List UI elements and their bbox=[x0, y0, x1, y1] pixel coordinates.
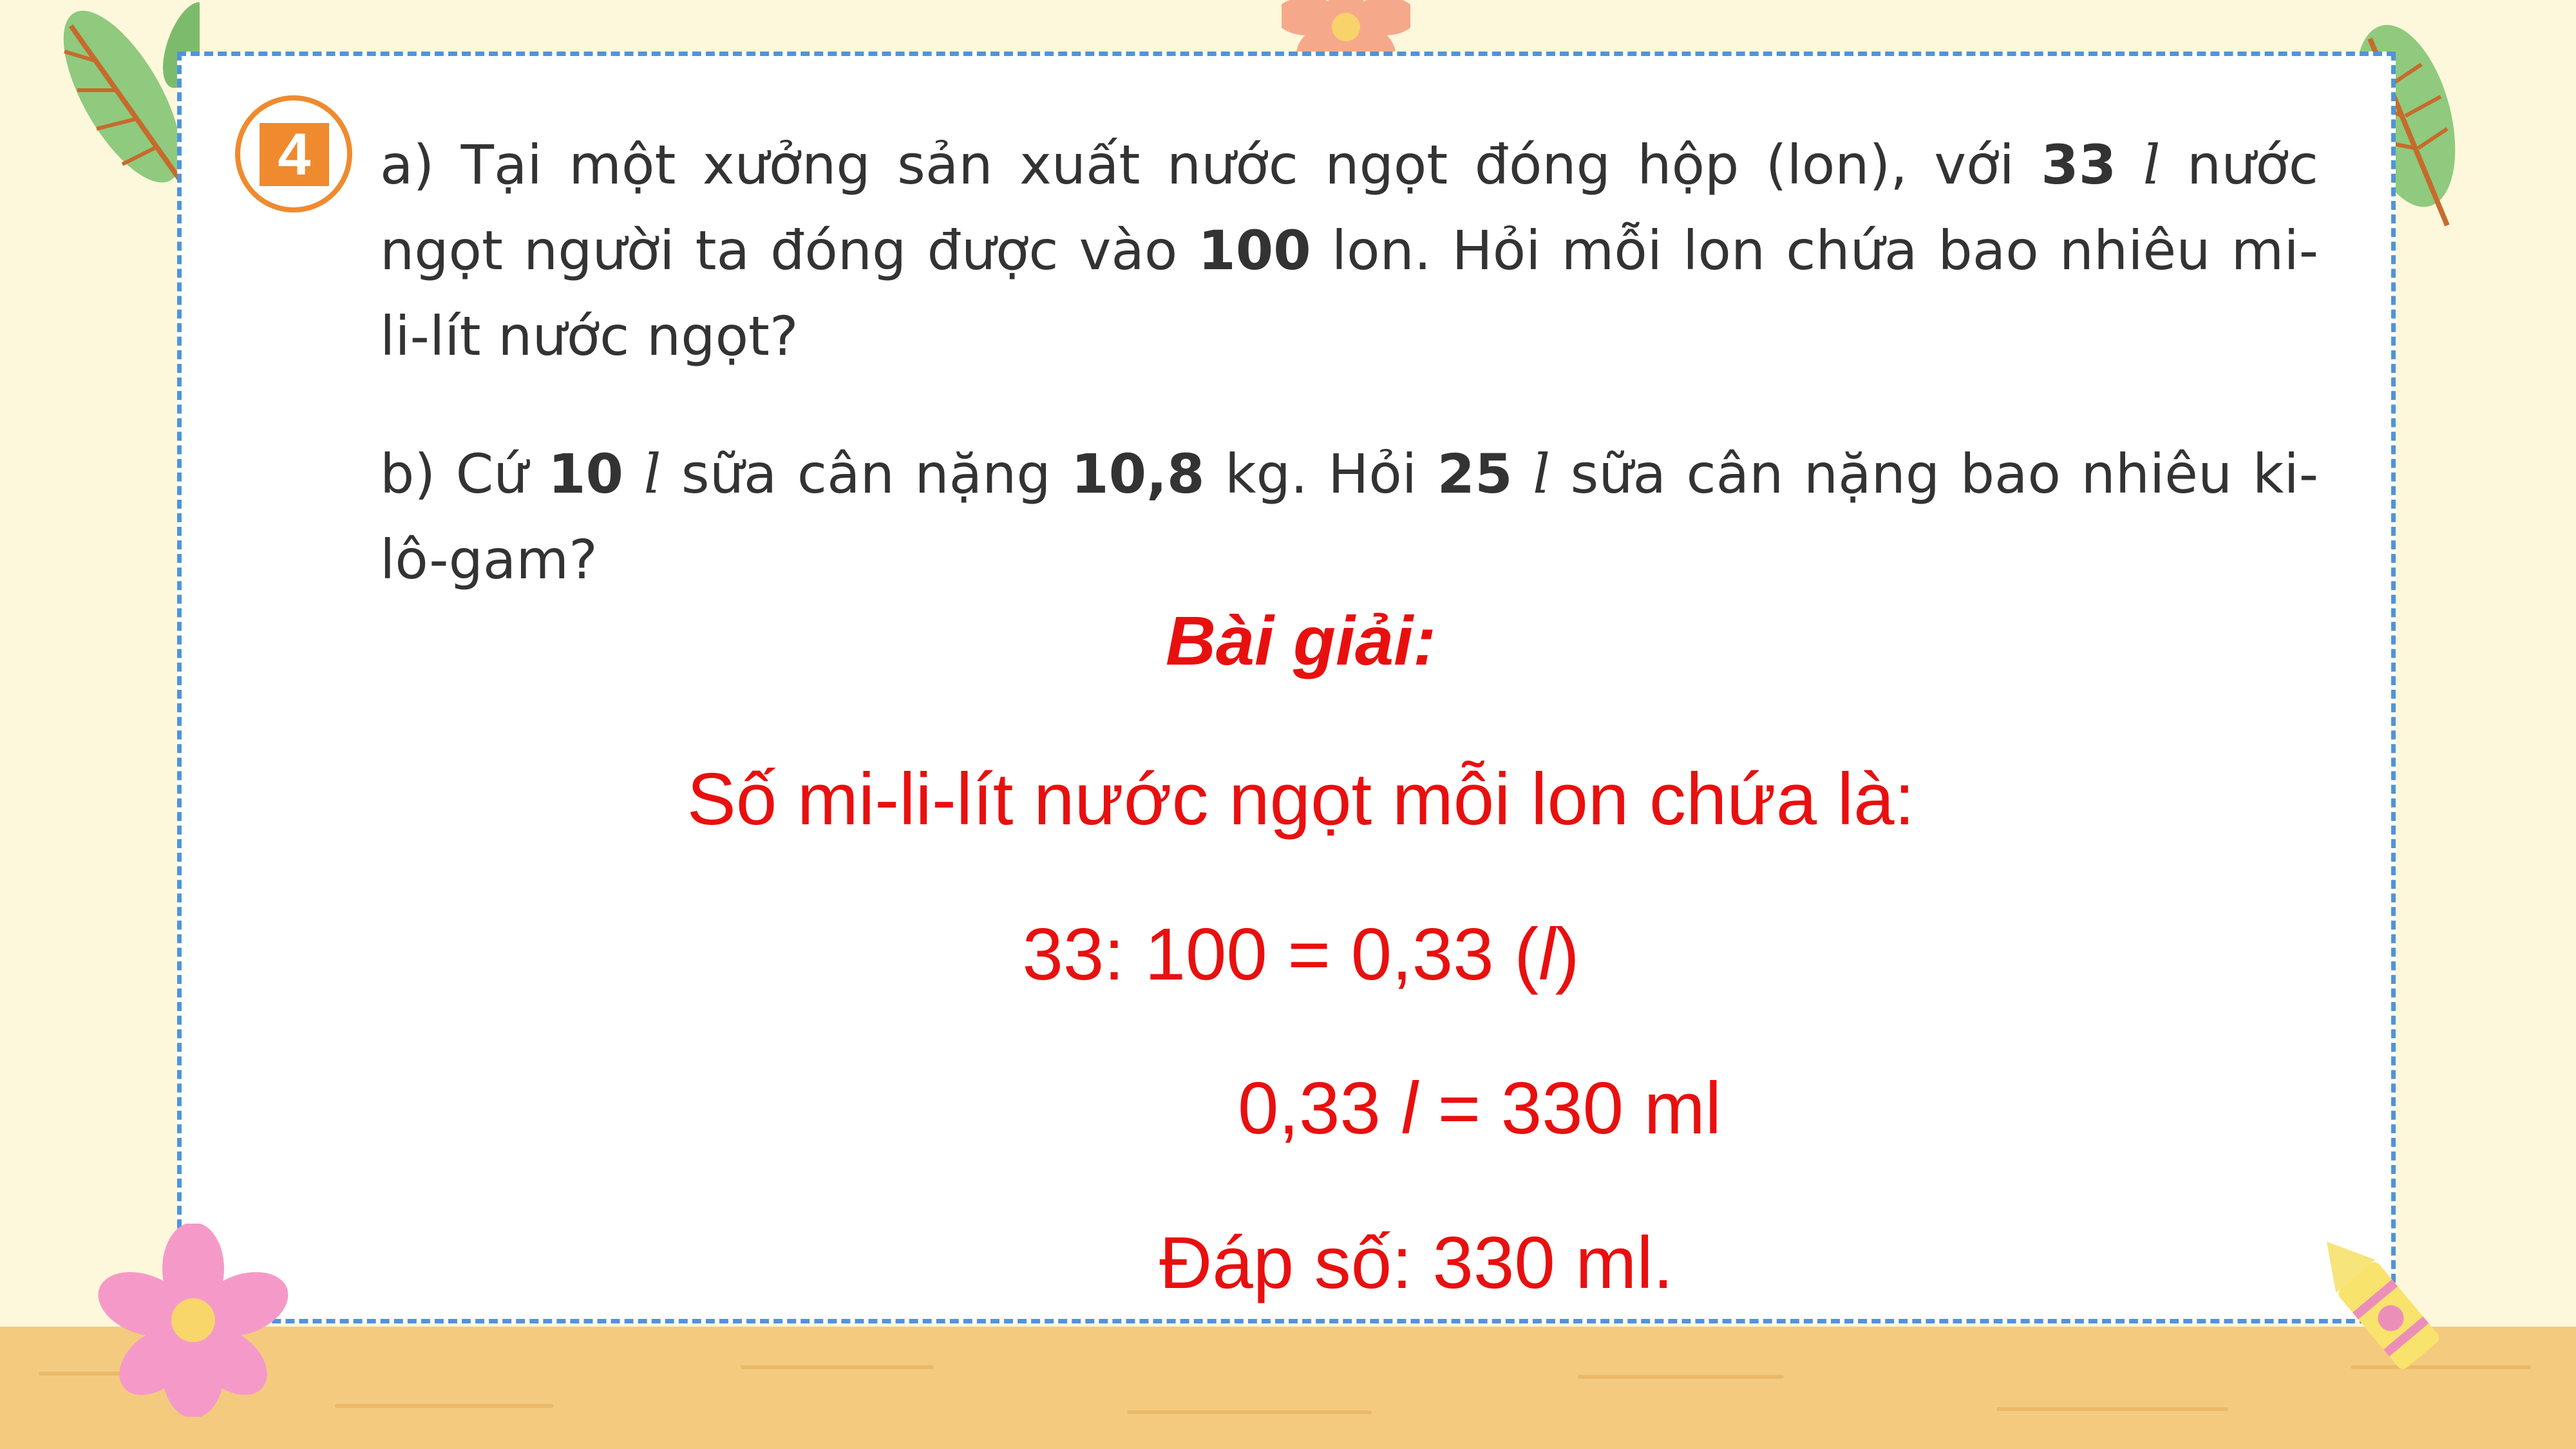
problem-a-text-1: a) Tại một xưởng sản xuất nước ngọt đóng… bbox=[380, 133, 2041, 196]
problem-b-number-3: 25 bbox=[1437, 442, 1513, 506]
problem-b-text-2: sữa cân nặng bbox=[661, 442, 1072, 506]
crayon-icon bbox=[2326, 1242, 2439, 1369]
solution-line-3-post: = 330 ml bbox=[1417, 1068, 1721, 1150]
problem-part-b: b) Cứ 10 l sữa cân nặng 10,8 kg. Hỏi 25 … bbox=[380, 431, 2318, 603]
floor-stripe bbox=[1996, 1407, 2228, 1411]
problem-b-number-2: 10,8 bbox=[1071, 442, 1205, 506]
solution-line-3-unit: l bbox=[1401, 1068, 1417, 1150]
solution-line-3-pre: 0,33 bbox=[1238, 1068, 1401, 1150]
problem-a-number-2: 100 bbox=[1198, 219, 1311, 282]
floor-band bbox=[0, 1327, 2576, 1449]
solution-answer: Đáp số: 330 ml. bbox=[1159, 1222, 1674, 1304]
problem-b-text-1: b) Cứ bbox=[380, 442, 549, 506]
solution-title: Bài giải: bbox=[1165, 601, 1437, 679]
leaf-icon bbox=[63, 2, 200, 183]
exercise-number: 4 bbox=[260, 123, 329, 186]
solution-line-1: Số mi-li-lít nước ngọt mỗi lon chứa là: bbox=[687, 759, 1915, 840]
problem-b-unit-2: l bbox=[1533, 442, 1550, 506]
solution-line-2: 33: 100 = 0,33 (l) bbox=[0, 910, 2576, 1000]
problem-a-number-1: 33 bbox=[2041, 133, 2117, 196]
problem-b-text-3: kg. Hỏi bbox=[1204, 442, 1437, 506]
solution-line-3: 0,33 l = 330 ml bbox=[1238, 1064, 1721, 1154]
floor-stripe bbox=[1578, 1375, 1784, 1379]
problem-b-number-1: 10 bbox=[548, 442, 623, 506]
solution-line-2-unit: l bbox=[1539, 914, 1555, 996]
floor-stripe bbox=[741, 1365, 934, 1369]
problem-a-unit-1: l bbox=[2143, 133, 2161, 196]
solution-line-2-post: ) bbox=[1555, 914, 1580, 996]
flower-icon bbox=[98, 1224, 289, 1417]
problem-part-a: a) Tại một xưởng sản xuất nước ngọt đóng… bbox=[380, 122, 2318, 379]
problem-b-unit-1: l bbox=[643, 442, 661, 506]
floor-stripe bbox=[1127, 1410, 1372, 1414]
floor-stripe bbox=[335, 1404, 554, 1408]
exercise-number-badge: 4 bbox=[235, 95, 352, 213]
solution-line-2-pre: 33: 100 = 0,33 ( bbox=[1022, 914, 1539, 996]
